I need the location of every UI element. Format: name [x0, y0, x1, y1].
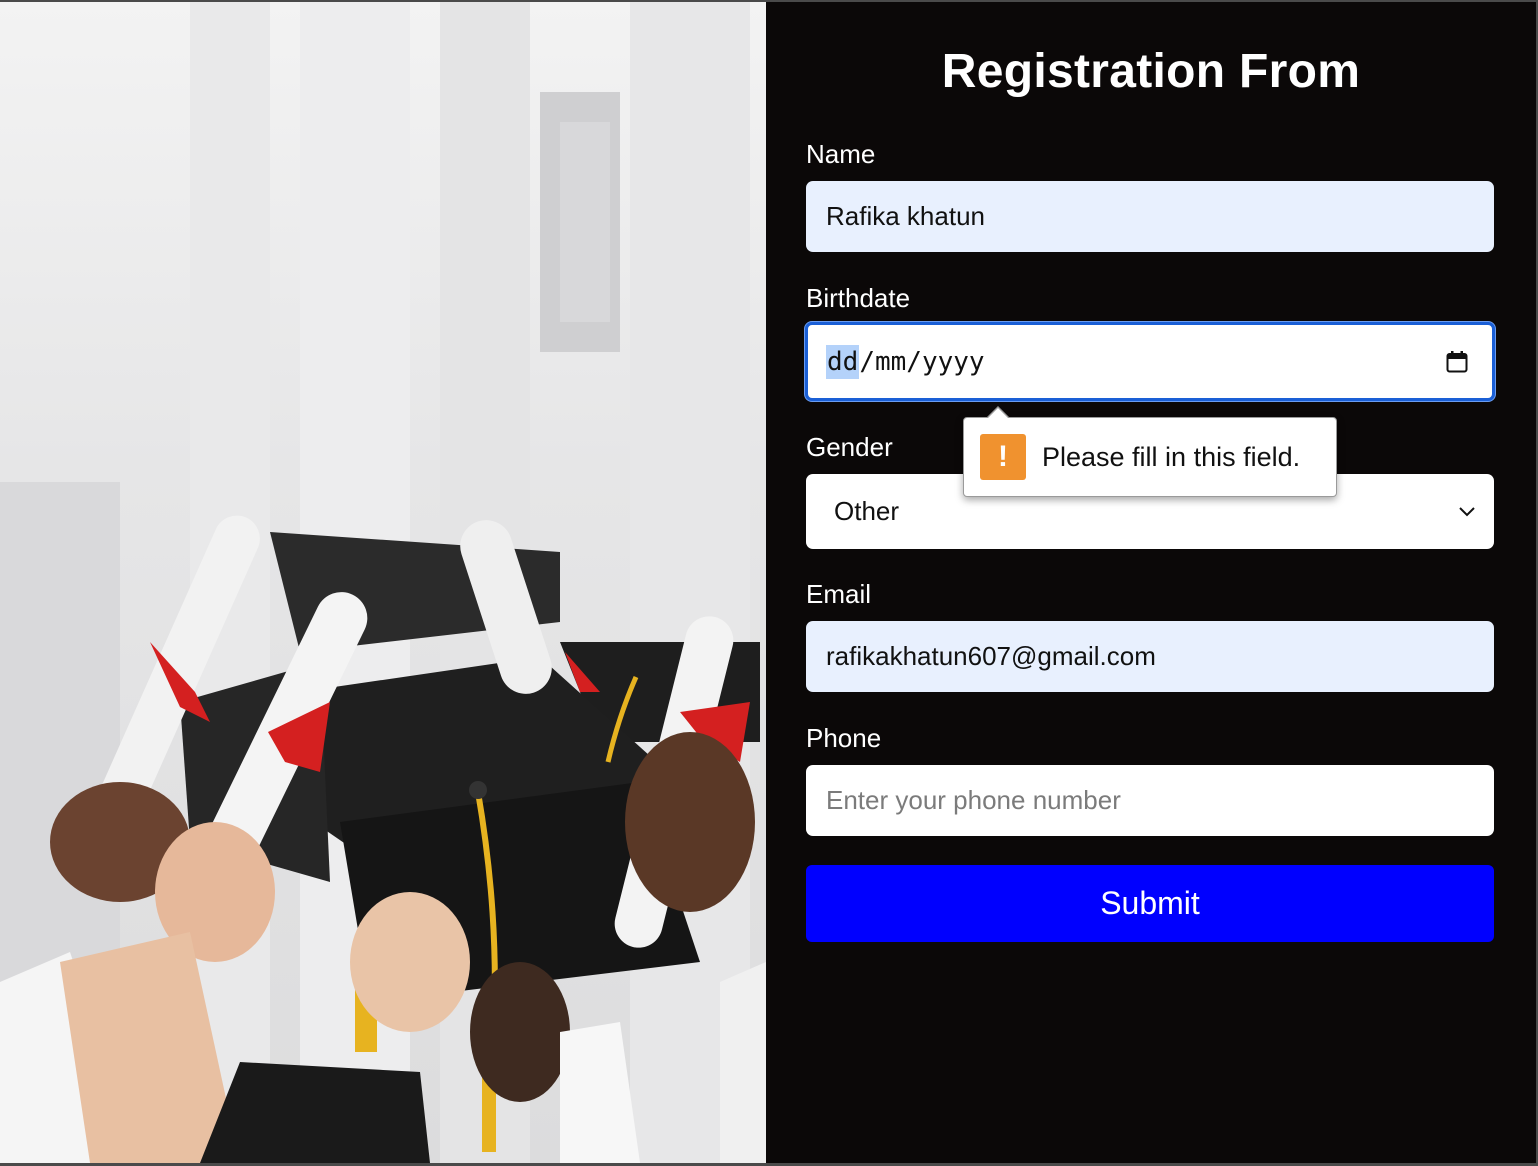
submit-button[interactable]: Submit [806, 865, 1494, 942]
graduation-photo [0, 2, 766, 1163]
form-title: Registration From [941, 45, 1361, 98]
validation-message: Please fill in this field. [1042, 441, 1301, 472]
chevron-down-icon [1459, 506, 1475, 516]
date-separator: / [859, 346, 875, 377]
calendar-icon[interactable] [1446, 351, 1468, 373]
email-label: Email [806, 579, 872, 609]
birthdate-month-segment[interactable]: mm [875, 347, 906, 377]
birthdate-day-segment[interactable]: dd [826, 344, 860, 379]
page-frame: Registration From Name Rafika khatun Bir… [0, 2, 1536, 1163]
validation-tooltip: ! Please fill in this field. [963, 406, 1337, 497]
warning-icon: ! [980, 434, 1026, 480]
phone-input[interactable]: Enter your phone number [806, 765, 1494, 836]
name-input-value: Rafika khatun [826, 201, 985, 231]
registration-panel: Registration From Name Rafika khatun Bir… [766, 2, 1536, 1163]
birthdate-year-segment[interactable]: yyyy [922, 347, 985, 377]
email-input[interactable]: rafikakhatun607@gmail.com [806, 621, 1494, 692]
phone-input-placeholder: Enter your phone number [826, 785, 1121, 815]
birthdate-input[interactable]: dd / mm / yyyy [805, 322, 1495, 401]
gender-selected-value: Other [834, 496, 900, 526]
birthdate-label: Birthdate [806, 283, 911, 313]
date-separator: / [906, 346, 922, 377]
name-input[interactable]: Rafika khatun [806, 181, 1494, 252]
email-input-value: rafikakhatun607@gmail.com [826, 641, 1156, 671]
name-label: Name [806, 139, 876, 169]
phone-label: Phone [806, 723, 882, 753]
gender-label: Gender [806, 432, 893, 462]
